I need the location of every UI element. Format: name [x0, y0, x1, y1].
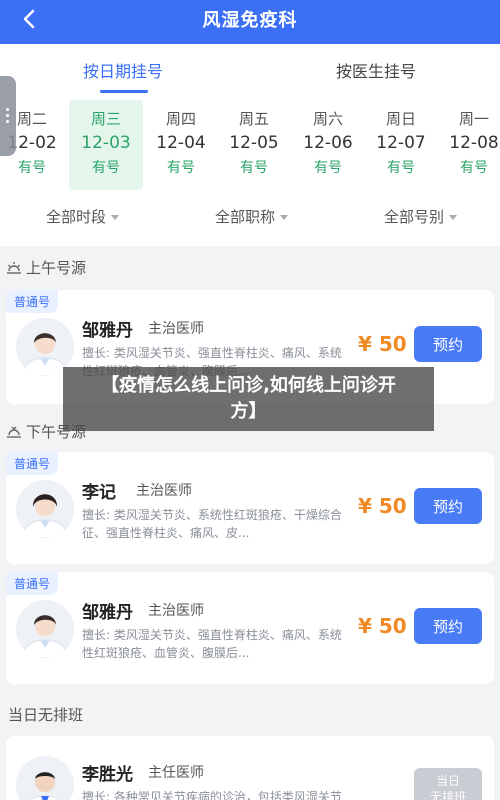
price: ¥ 50: [358, 332, 407, 356]
date-item[interactable]: 周一 12-08 有号: [437, 100, 500, 190]
top-bar: 风湿免疫科: [0, 0, 500, 44]
availability-label: 有号: [314, 160, 342, 176]
availability-label: 有号: [92, 160, 120, 176]
date-label: 12-03: [81, 133, 131, 153]
doctor-specialty: 擅长: 类风湿关节炎、强直性脊柱炎、痛风、系统性红斑狼疮、血管炎、腹膜后...: [82, 628, 342, 660]
active-tab-indicator: [100, 90, 148, 93]
doctor-name: 李记: [82, 483, 116, 503]
doctor-name: 邹雅丹: [82, 321, 133, 341]
caret-down-icon: [449, 215, 458, 220]
no-schedule-button: 当日 无排班: [414, 768, 482, 800]
date-item[interactable]: 周四 12-04 有号: [144, 100, 218, 190]
availability-label: 有号: [18, 160, 46, 176]
caret-down-icon: [280, 215, 289, 220]
tab-by-doctor[interactable]: 按医生挂号: [336, 58, 416, 82]
weekday-label: 周六: [312, 110, 343, 128]
availability-label: 有号: [387, 160, 415, 176]
female-doctor-icon: [16, 480, 74, 538]
availability-label: 有号: [167, 160, 195, 176]
page-title: 风湿免疫科: [202, 10, 298, 31]
caption-overlay: 【疫情怎么线上问诊,如何线上问诊开 方】: [63, 367, 434, 431]
doctor-avatar: [16, 600, 74, 658]
date-item-selected[interactable]: 周三 12-03 有号: [69, 100, 143, 190]
book-button[interactable]: 预约: [414, 608, 482, 644]
doctor-title: 主治医师: [136, 483, 192, 499]
registration-type-badge: 普通号: [6, 572, 59, 595]
filter-label: 全部时段: [46, 208, 107, 226]
doctor-title: 主治医师: [148, 603, 204, 619]
doctor-card[interactable]: 普通号 李记 主治医师 擅长: 类风湿关节炎、系统性红斑狼疮、干燥综合征、强直性…: [6, 452, 494, 564]
sunrise-icon: [7, 261, 21, 274]
filter-time-period[interactable]: 全部时段: [46, 206, 120, 227]
registration-tabs: 按日期挂号 按医生挂号: [0, 44, 500, 94]
price: ¥ 50: [358, 494, 407, 518]
caption-line: 【疫情怎么线上问诊,如何线上问诊开: [101, 375, 396, 396]
doctor-name: 邹雅丹: [82, 603, 133, 623]
caret-down-icon: [111, 215, 120, 220]
date-item[interactable]: 周日 12-07 有号: [364, 100, 438, 190]
filter-title[interactable]: 全部职称: [215, 206, 289, 227]
weekday-label: 周三: [90, 110, 121, 128]
date-label: 12-04: [156, 133, 206, 153]
doctor-specialty: 擅长: 各种常见关节疾病的诊治，包括类风湿关节: [82, 790, 342, 800]
weekday-label: 周一: [458, 110, 489, 128]
date-label: 12-07: [376, 133, 426, 153]
registration-type-badge: 普通号: [6, 290, 59, 313]
availability-label: 有号: [240, 160, 268, 176]
section-title: 当日无排班: [8, 706, 84, 724]
doctor-avatar: [16, 480, 74, 538]
date-label: 12-06: [303, 133, 353, 153]
date-strip[interactable]: 周二 12-02 有号 周三 12-03 有号 周四 12-04 有号 周五 1…: [0, 100, 500, 192]
book-button[interactable]: 预约: [414, 488, 482, 524]
date-label: 12-05: [229, 133, 279, 153]
button-line: 当日: [435, 774, 460, 788]
weekday-label: 周五: [238, 110, 269, 128]
registration-type-badge: 普通号: [6, 452, 59, 475]
doctor-card[interactable]: 普通号 邹雅丹 主治医师 擅长: 类风湿关节炎、强直性脊柱炎、痛风、系统性红斑狼…: [6, 572, 494, 684]
book-button[interactable]: 预约: [414, 326, 482, 362]
doctor-card[interactable]: 李胜光 主任医师 擅长: 各种常见关节疾病的诊治，包括类风湿关节 当日 无排班: [6, 736, 494, 800]
availability-label: 有号: [460, 160, 488, 176]
filter-label: 全部职称: [215, 208, 276, 226]
section-no-schedule-today: 当日无排班: [8, 704, 83, 725]
male-doctor-icon: [16, 756, 74, 800]
weekday-label: 周日: [385, 110, 416, 128]
date-item[interactable]: 周五 12-05 有号: [217, 100, 291, 190]
sunset-icon: [7, 426, 21, 438]
button-line: 无排班: [429, 790, 466, 800]
date-label: 12-08: [449, 133, 499, 153]
filter-bar: 全部时段 全部职称 全部号别: [0, 196, 500, 240]
filter-registration-type[interactable]: 全部号别: [384, 206, 458, 227]
doctor-specialty: 擅长: 类风湿关节炎、系统性红斑狼疮、干燥综合征、强直性脊柱炎、痛风、皮...: [82, 508, 342, 540]
section-title: 上午号源: [26, 259, 87, 277]
doctor-name: 李胜光: [82, 765, 133, 785]
doctor-title: 主任医师: [148, 765, 204, 781]
female-doctor-icon: [16, 600, 74, 658]
tab-by-date[interactable]: 按日期挂号: [83, 58, 163, 82]
date-item[interactable]: 周六 12-06 有号: [291, 100, 365, 190]
doctor-avatar: [16, 756, 74, 800]
section-morning: 上午号源: [6, 257, 86, 278]
floating-side-handle[interactable]: [0, 76, 16, 156]
price: ¥ 50: [358, 614, 407, 638]
weekday-label: 周四: [165, 110, 196, 128]
doctor-title: 主治医师: [148, 321, 204, 337]
filter-label: 全部号别: [384, 208, 445, 226]
caption-line: 方】: [230, 401, 267, 422]
